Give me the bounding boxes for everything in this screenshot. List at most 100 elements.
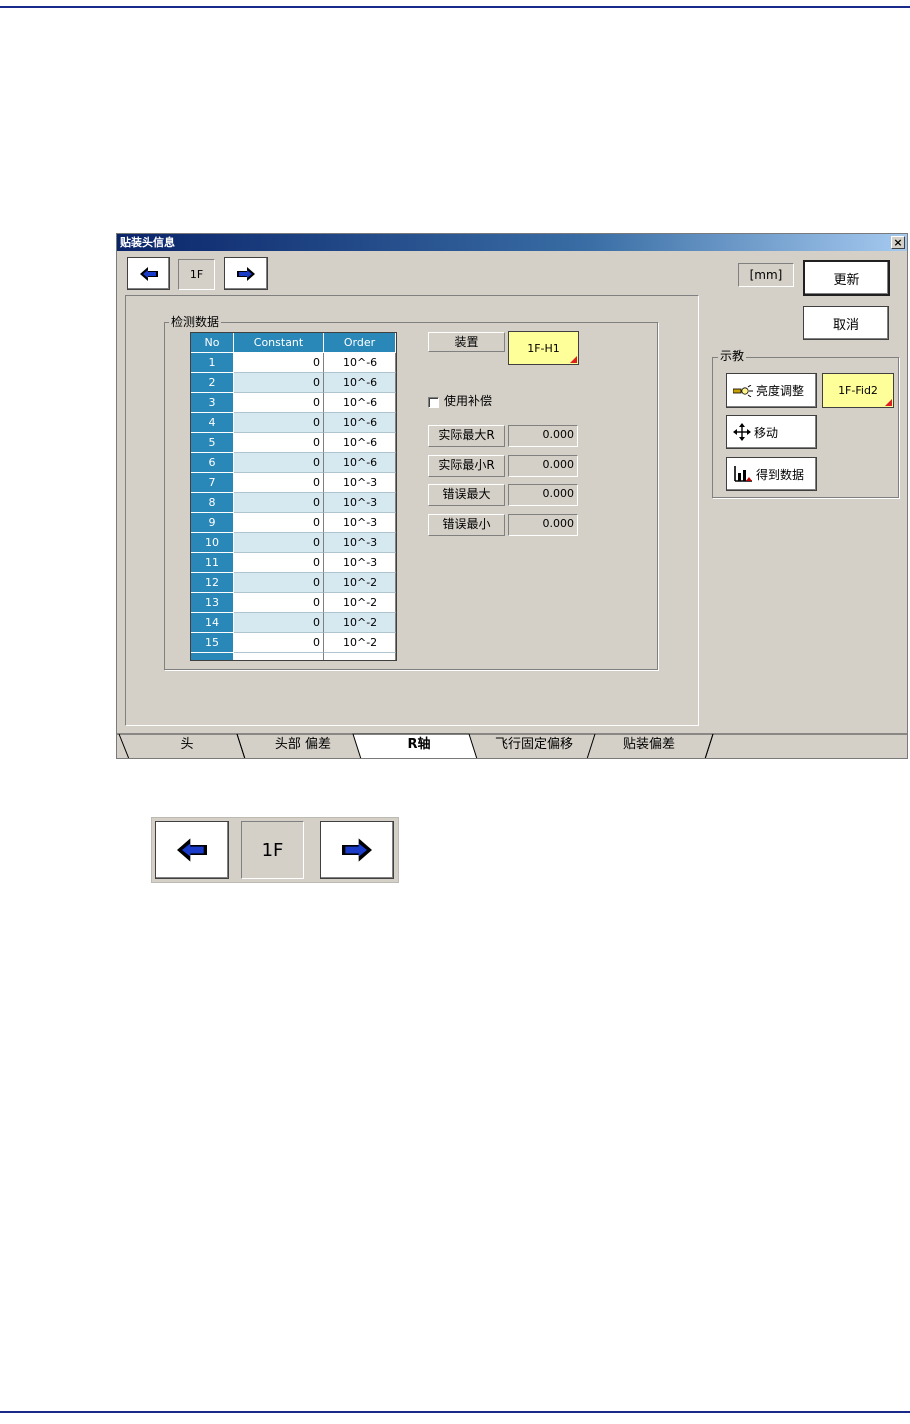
- row-number: 15: [191, 633, 234, 653]
- table-row[interactable]: 8 0 10^-3: [191, 493, 396, 513]
- close-button[interactable]: ×: [891, 236, 905, 249]
- tab-flying-fixed-offset[interactable]: 飞行固定偏移: [479, 736, 589, 754]
- table-row[interactable]: 5 0 10^-6: [191, 433, 396, 453]
- fid-value: 1F-Fid2: [838, 384, 878, 397]
- actual-max-r-label: 实际最大R: [428, 425, 505, 447]
- order-cell[interactable]: 10^-3: [324, 553, 396, 573]
- move-label: 移动: [754, 425, 779, 440]
- device-select-button[interactable]: 1F-H1: [508, 331, 579, 365]
- order-cell[interactable]: 10^-6: [324, 393, 396, 413]
- order-cell[interactable]: 10^-3: [324, 533, 396, 553]
- order-cell[interactable]: 10^-2: [324, 593, 396, 613]
- order-cell[interactable]: 10^-3: [324, 493, 396, 513]
- cancel-button[interactable]: 取消: [803, 306, 889, 340]
- constant-cell[interactable]: 0: [234, 413, 324, 433]
- move-button[interactable]: 移动: [726, 415, 817, 449]
- table-row[interactable]: 12 0 10^-2: [191, 573, 396, 593]
- row-number: 2: [191, 373, 234, 393]
- table-row[interactable]: 1 0 10^-6: [191, 353, 396, 373]
- table-row[interactable]: 6 0 10^-6: [191, 453, 396, 473]
- order-cell[interactable]: 10^-6: [324, 433, 396, 453]
- row-number: 11: [191, 553, 234, 573]
- tab-head-offset[interactable]: 头部 偏差: [253, 736, 353, 754]
- detection-data-table[interactable]: No Constant Order 1 0 10^-6 2 0 10^-6 3 0 10^-6 4…: [190, 332, 397, 661]
- error-min-value: 0.000: [508, 513, 578, 536]
- error-min-label: 错误最小: [428, 513, 505, 536]
- prev-head-button[interactable]: [127, 257, 170, 290]
- row-number: 5: [191, 433, 234, 453]
- constant-cell[interactable]: 0: [234, 553, 324, 573]
- page-top-rule: [0, 6, 910, 8]
- arrow-right-icon: [237, 266, 255, 281]
- page-bottom-rule: [0, 1411, 910, 1413]
- get-data-button[interactable]: 得到数据: [726, 457, 817, 491]
- order-cell[interactable]: 10^-2: [324, 573, 396, 593]
- column-header-order[interactable]: Order: [324, 333, 396, 353]
- use-compensation-checkbox[interactable]: [428, 397, 439, 408]
- constant-cell[interactable]: 0: [234, 493, 324, 513]
- constant-cell[interactable]: 0: [234, 533, 324, 553]
- table-row[interactable]: 11 0 10^-3: [191, 553, 396, 573]
- prev-head-button-closeup[interactable]: [155, 821, 229, 879]
- column-header-no[interactable]: No: [191, 333, 234, 353]
- constant-cell[interactable]: 0: [234, 513, 324, 533]
- nav-control-closeup: 1F: [151, 817, 399, 883]
- tab-head[interactable]: 头: [147, 736, 227, 754]
- dialog-title: 贴装头信息: [120, 236, 175, 249]
- row-number: 14: [191, 613, 234, 633]
- constant-cell[interactable]: 0: [234, 353, 324, 373]
- order-cell[interactable]: 10^-6: [324, 453, 396, 473]
- constant-cell[interactable]: 0: [234, 573, 324, 593]
- order-cell[interactable]: 10^-6: [324, 413, 396, 433]
- table-row[interactable]: 13 0 10^-2: [191, 593, 396, 613]
- order-cell[interactable]: 10^-2: [324, 613, 396, 633]
- table-row[interactable]: 7 0 10^-3: [191, 473, 396, 493]
- get-data-chart-icon: [734, 466, 752, 482]
- table-row[interactable]: 3 0 10^-6: [191, 393, 396, 413]
- table-row[interactable]: 15 0 10^-2: [191, 633, 396, 653]
- order-cell[interactable]: 10^-6: [324, 353, 396, 373]
- row-number: 1: [191, 353, 234, 373]
- order-cell[interactable]: 10^-2: [324, 633, 396, 653]
- constant-cell[interactable]: 0: [234, 473, 324, 493]
- table-row-partial: [191, 653, 396, 660]
- table-row[interactable]: 9 0 10^-3: [191, 513, 396, 533]
- table-row[interactable]: 10 0 10^-3: [191, 533, 396, 553]
- row-number: 4: [191, 413, 234, 433]
- constant-cell[interactable]: 0: [234, 613, 324, 633]
- constant-cell[interactable]: 0: [234, 393, 324, 413]
- row-number: 9: [191, 513, 234, 533]
- next-head-button[interactable]: [224, 257, 268, 290]
- constant-cell[interactable]: 0: [234, 633, 324, 653]
- order-cell[interactable]: 10^-6: [324, 373, 396, 393]
- order-cell[interactable]: 10^-3: [324, 473, 396, 493]
- constant-cell[interactable]: 0: [234, 373, 324, 393]
- tab-mount-offset[interactable]: 贴装偏差: [597, 736, 701, 754]
- lamp-icon: [733, 384, 753, 397]
- device-value: 1F-H1: [527, 341, 560, 355]
- table-row[interactable]: 14 0 10^-2: [191, 613, 396, 633]
- column-header-constant[interactable]: Constant: [234, 333, 324, 353]
- constant-cell[interactable]: 0: [234, 453, 324, 473]
- use-compensation-label: 使用补偿: [444, 394, 493, 408]
- next-head-button-closeup[interactable]: [320, 821, 394, 879]
- dialog-titlebar: 贴装头信息 ×: [117, 234, 907, 251]
- order-cell[interactable]: 10^-3: [324, 513, 396, 533]
- fid-select-button[interactable]: 1F-Fid2: [822, 373, 894, 408]
- row-number: 3: [191, 393, 234, 413]
- unit-label: [mm]: [738, 263, 794, 287]
- update-button[interactable]: 更新: [803, 260, 890, 296]
- head-info-dialog: 贴装头信息 × 1F [mm] 更新 取消 检测数据 No Constant O…: [116, 233, 908, 759]
- move-arrows-icon: [733, 423, 751, 441]
- constant-cell[interactable]: 0: [234, 433, 324, 453]
- constant-cell[interactable]: 0: [234, 593, 324, 613]
- brightness-adjust-button[interactable]: 亮度调整: [726, 373, 817, 408]
- table-row[interactable]: 2 0 10^-6: [191, 373, 396, 393]
- row-number: 6: [191, 453, 234, 473]
- row-number: 7: [191, 473, 234, 493]
- tab-r-axis[interactable]: R轴: [369, 736, 469, 754]
- detection-data-title: 检测数据: [169, 315, 222, 329]
- table-row[interactable]: 4 0 10^-6: [191, 413, 396, 433]
- current-head-display-closeup: 1F: [241, 821, 304, 879]
- table-header: No Constant Order: [191, 333, 396, 353]
